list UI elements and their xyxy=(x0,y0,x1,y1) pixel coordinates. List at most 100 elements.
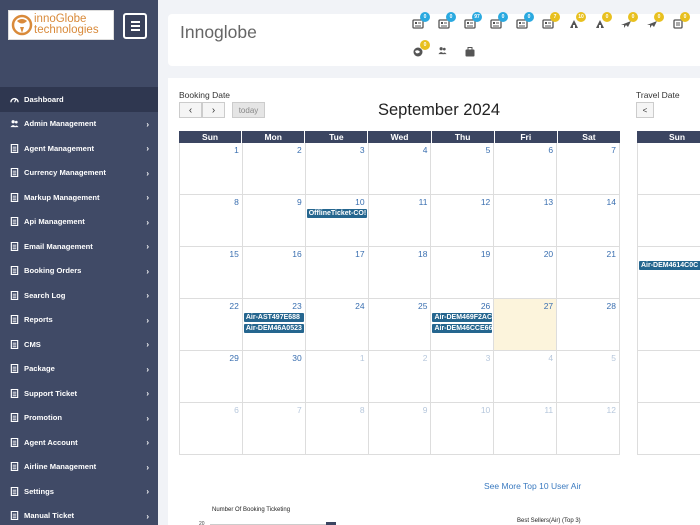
hotel-icon[interactable]: 0 xyxy=(594,12,612,30)
calendar-event[interactable]: Air-DEM469F2AC xyxy=(432,313,493,322)
weekday-label: Tue xyxy=(305,131,369,143)
calendar-day[interactable]: 17 xyxy=(305,247,369,299)
calendar-day[interactable]: 3 xyxy=(431,351,495,403)
sidebar-item-reports[interactable]: Reports › xyxy=(0,308,158,333)
calendar-day[interactable]: 15 xyxy=(179,247,243,299)
calendar-day[interactable]: 20 xyxy=(494,247,558,299)
calendar-day[interactable]: 4 xyxy=(494,351,558,403)
briefcase-icon[interactable] xyxy=(464,46,476,58)
calendar-event[interactable]: Air-AST497E688 xyxy=(243,313,304,322)
sidebar-item-dashboard[interactable]: Dashboard xyxy=(0,87,158,112)
plane-icon[interactable]: 0 xyxy=(646,12,664,30)
calendar-day[interactable]: 28 xyxy=(557,299,621,351)
calendar-day[interactable]: 11 xyxy=(494,403,558,455)
sidebar-item-promotion[interactable]: Promotion › xyxy=(0,406,158,431)
calendar-day[interactable]: 22 xyxy=(179,299,243,351)
calendar-day[interactable]: 29 xyxy=(179,351,243,403)
travel-prev-button[interactable]: < xyxy=(636,102,654,118)
calendar-day[interactable]: 12 xyxy=(431,195,495,247)
calendar-day[interactable]: 24 xyxy=(305,299,369,351)
calendar-day[interactable]: 19 xyxy=(431,247,495,299)
calendar-event[interactable]: OfflineTicket-CO! xyxy=(306,209,367,218)
sidebar-item-api-management[interactable]: Api Management › xyxy=(0,210,158,235)
calendar-day[interactable]: 10 xyxy=(431,403,495,455)
calendar-day[interactable]: 6 xyxy=(179,403,243,455)
day-number: 21 xyxy=(606,249,617,259)
sidebar-item-cms[interactable]: CMS › xyxy=(0,332,158,357)
ticket-icon[interactable]: 97 xyxy=(464,12,482,30)
calendar-day[interactable]: 1 xyxy=(305,351,369,403)
calendar-day[interactable]: 9 xyxy=(368,403,432,455)
prev-month-button[interactable]: ‹ xyxy=(179,102,202,118)
menu-toggle-button[interactable] xyxy=(123,13,147,39)
calendar-day[interactable]: 4 xyxy=(368,143,432,195)
calendar-day[interactable]: 5 xyxy=(557,351,621,403)
plane-icon[interactable]: 0 xyxy=(620,12,638,30)
calendar-day[interactable]: 6 xyxy=(637,403,700,455)
sidebar-item-agent-management[interactable]: Agent Management › xyxy=(0,136,158,161)
today-button[interactable]: today xyxy=(232,102,265,118)
sidebar-item-manual-ticket[interactable]: Manual Ticket › xyxy=(0,504,158,525)
calendar-day[interactable]: 12 xyxy=(557,403,621,455)
sidebar-item-settings[interactable]: Settings › xyxy=(0,479,158,504)
calendar-day[interactable]: 21 xyxy=(557,247,621,299)
calendar-day[interactable]: 6 xyxy=(494,143,558,195)
calendar-day[interactable]: 2 xyxy=(368,351,432,403)
sidebar-item-booking-orders[interactable]: Booking Orders › xyxy=(0,259,158,284)
calendar-day[interactable]: 8 xyxy=(305,403,369,455)
calendar-event[interactable]: Air-DEM46A0523 xyxy=(243,324,304,333)
car-icon[interactable]: 0 xyxy=(672,12,690,30)
sidebar-item-email-management[interactable]: Email Management › xyxy=(0,234,158,259)
ticket-icon[interactable]: 0 xyxy=(438,12,456,30)
calendar-day[interactable]: 5 xyxy=(431,143,495,195)
calendar-day[interactable]: 15Air-DEM4614C0C xyxy=(637,247,700,299)
ticket-icon[interactable]: 0 xyxy=(516,12,534,30)
calendar-day[interactable]: 30 xyxy=(242,351,306,403)
calendar-event[interactable]: Air-DEM46CCE66 xyxy=(432,324,493,333)
sidebar-item-airline-management[interactable]: Airline Management › xyxy=(0,455,158,480)
sidebar-item-markup-management[interactable]: Markup Management › xyxy=(0,185,158,210)
hotel-icon[interactable]: 10 xyxy=(568,12,586,30)
calendar-day[interactable]: 3 xyxy=(305,143,369,195)
sidebar-item-package[interactable]: Package › xyxy=(0,357,158,382)
globe-icon[interactable]: 0 xyxy=(412,40,430,58)
calendar-day[interactable]: 26 Air-DEM469F2AC Air-DEM46CCE66 xyxy=(431,299,495,351)
calendar-day[interactable]: 25 xyxy=(368,299,432,351)
calendar-day[interactable]: 1 xyxy=(637,143,700,195)
calendar-day[interactable]: 11 xyxy=(368,195,432,247)
travel-week: 22 xyxy=(637,299,700,351)
calendar-day[interactable]: 13 xyxy=(494,195,558,247)
calendar-day[interactable]: 1 xyxy=(179,143,243,195)
ticket-icon[interactable]: 7 xyxy=(542,12,560,30)
calendar-day[interactable]: 22 xyxy=(637,299,700,351)
calendar-day[interactable]: 8 xyxy=(179,195,243,247)
ticket-icon[interactable]: 0 xyxy=(412,12,430,30)
sidebar-item-currency-management[interactable]: Currency Management › xyxy=(0,161,158,186)
logo[interactable]: innoGlobe technologies xyxy=(8,10,114,40)
users-icon[interactable] xyxy=(438,46,450,58)
document-icon xyxy=(10,437,19,447)
sidebar-item-support-ticket[interactable]: Support Ticket › xyxy=(0,381,158,406)
calendar-day[interactable]: 23 Air-AST497E688 Air-DEM46A0523 xyxy=(242,299,306,351)
ticket-icon[interactable]: 0 xyxy=(490,12,508,30)
next-month-button[interactable]: › xyxy=(202,102,225,118)
calendar-day[interactable]: 7 xyxy=(557,143,621,195)
calendar-day[interactable]: 9 xyxy=(242,195,306,247)
calendar-day[interactable]: 18 xyxy=(368,247,432,299)
calendar-day[interactable]: 8 xyxy=(637,195,700,247)
sidebar-item-admin-management[interactable]: Admin Management › xyxy=(0,112,158,137)
calendar-day-today[interactable]: 27 xyxy=(494,299,558,351)
calendar-day[interactable]: 7 xyxy=(242,403,306,455)
day-number: 2 xyxy=(422,353,428,363)
calendar-day[interactable]: 16 xyxy=(242,247,306,299)
calendar-day[interactable]: 2 xyxy=(242,143,306,195)
calendar-event[interactable]: Air-DEM4614C0C xyxy=(639,261,700,270)
sidebar-item-search-log[interactable]: Search Log › xyxy=(0,283,158,308)
day-number: 7 xyxy=(296,405,302,415)
calendar-day[interactable]: 14 xyxy=(557,195,621,247)
see-more-link[interactable]: See More Top 10 User Air xyxy=(484,481,581,491)
calendar-day[interactable]: 10 OfflineTicket-CO! xyxy=(305,195,369,247)
calendar-day[interactable]: 29 xyxy=(637,351,700,403)
day-number: 22 xyxy=(229,301,239,311)
sidebar-item-agent-account[interactable]: Agent Account › xyxy=(0,430,158,455)
